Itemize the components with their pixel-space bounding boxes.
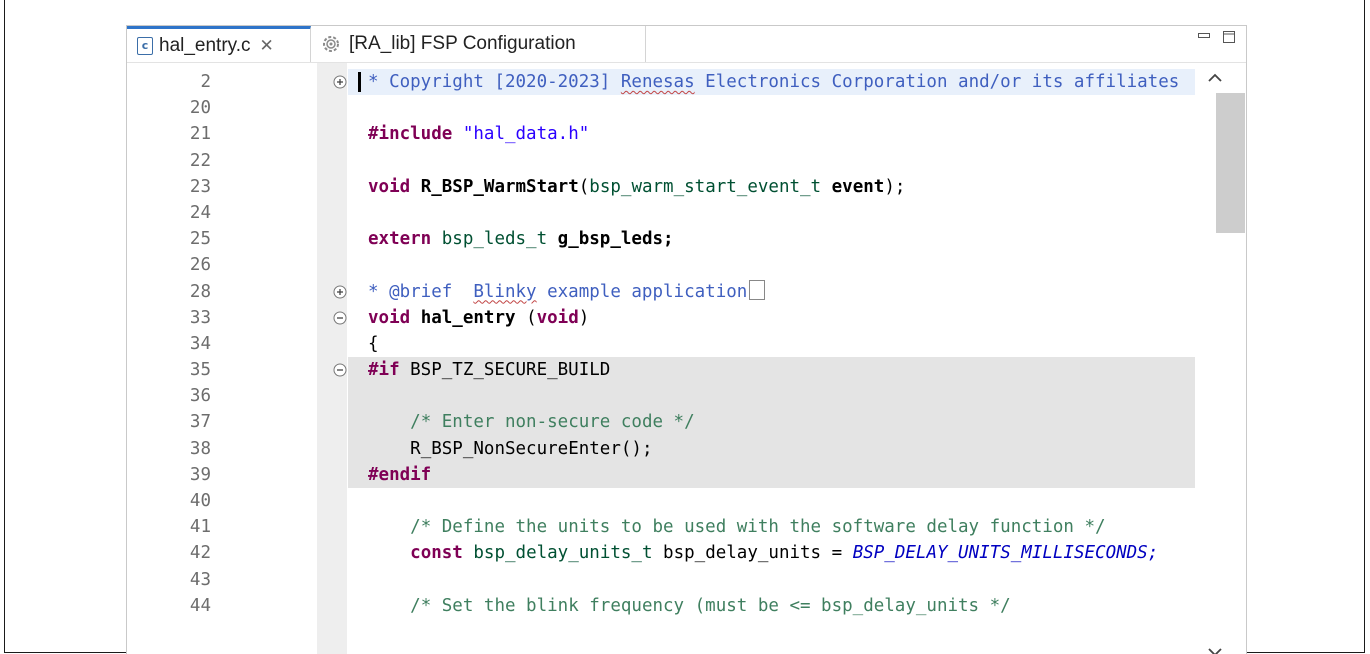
line-number: 35 xyxy=(189,360,211,381)
line-number: 39 xyxy=(189,464,211,485)
line-number: 25 xyxy=(189,229,211,250)
code-line: #include "hal_data.h" xyxy=(368,124,590,145)
line-number: 41 xyxy=(189,517,211,538)
vertical-scrollbar[interactable] xyxy=(1195,63,1246,654)
text-caret xyxy=(358,72,361,92)
code-line: /* Enter non-secure code */ xyxy=(348,409,1196,436)
tab-label: [RA_lib] FSP Configuration xyxy=(349,33,576,54)
line-number: 43 xyxy=(189,569,211,590)
fold-row xyxy=(332,357,348,383)
line-number: 21 xyxy=(189,124,211,145)
line-number: 44 xyxy=(189,595,211,616)
fold-row xyxy=(332,121,348,147)
line-numbers: 2 20 21 22 23 24 25 26 28 33 34 35 36 37… xyxy=(127,69,215,619)
line-number: 34 xyxy=(189,333,211,354)
code-line: { xyxy=(368,333,379,354)
close-icon[interactable]: ✕ xyxy=(260,36,274,56)
line-number: 23 xyxy=(189,176,211,197)
fold-row xyxy=(332,252,348,278)
code-line: #endif xyxy=(348,461,1196,488)
fold-row xyxy=(332,331,348,357)
code-line: * Copyright [2020-2023] Renesas Electron… xyxy=(348,69,1196,96)
fold-row xyxy=(332,279,348,305)
maximize-icon[interactable] xyxy=(1222,30,1236,44)
line-number: 36 xyxy=(189,386,211,407)
fold-row xyxy=(332,148,348,174)
scroll-down-icon[interactable] xyxy=(1206,645,1224,654)
c-file-icon: c xyxy=(137,36,153,55)
fold-row xyxy=(332,69,348,95)
code-line: const bsp_delay_units_t bsp_delay_units … xyxy=(410,543,1159,564)
folding-gutter xyxy=(332,69,348,383)
line-number: 24 xyxy=(189,202,211,223)
code-line: #if BSP_TZ_SECURE_BUILD xyxy=(348,357,1196,384)
code-line: /* Define the units to be used with the … xyxy=(410,517,1106,538)
line-number: 26 xyxy=(189,255,211,276)
minimize-icon[interactable] xyxy=(1197,30,1211,44)
tab-fsp-configuration[interactable]: [RA_lib] FSP Configuration xyxy=(311,26,646,62)
editor-window: c hal_entry.c ✕ [RA_lib] FSP Configurati… xyxy=(126,25,1247,654)
line-number: 22 xyxy=(189,150,211,171)
scroll-up-icon[interactable] xyxy=(1206,71,1224,85)
line-number: 20 xyxy=(189,98,211,119)
code-editor[interactable]: * Copyright [2020-2023] Renesas Electron… xyxy=(348,69,1196,654)
expand-icon[interactable] xyxy=(333,285,347,299)
code-line: R_BSP_NonSecureEnter(); xyxy=(348,435,1196,462)
code-line: void R_BSP_WarmStart(bsp_warm_start_even… xyxy=(368,176,906,197)
line-number: 37 xyxy=(189,412,211,433)
line-number: 33 xyxy=(189,307,211,328)
code-line: extern bsp_leds_t g_bsp_leds; xyxy=(368,229,674,250)
scrollbar-thumb[interactable] xyxy=(1216,93,1245,233)
line-number: 40 xyxy=(189,491,211,511)
line-number: 28 xyxy=(189,281,211,302)
line-number: 2 xyxy=(200,72,211,92)
code-line: void hal_entry (void) xyxy=(368,307,590,328)
tab-label: hal_entry.c xyxy=(159,34,251,56)
fold-row xyxy=(332,305,348,331)
line-number: 38 xyxy=(189,438,211,459)
collapse-icon[interactable] xyxy=(333,311,347,325)
fold-row xyxy=(332,200,348,226)
fold-row xyxy=(332,95,348,121)
collapse-icon[interactable] xyxy=(333,363,347,377)
tab-hal-entry[interactable]: c hal_entry.c ✕ xyxy=(127,26,311,62)
code-line: /* Set the blink frequency (must be <= b… xyxy=(410,595,1011,616)
code-line xyxy=(348,383,1196,410)
fold-row xyxy=(332,226,348,252)
editor-tab-bar: c hal_entry.c ✕ [RA_lib] FSP Configurati… xyxy=(127,26,1246,63)
code-line: * @brief Blinky example application xyxy=(348,279,1196,305)
fold-row xyxy=(332,174,348,200)
expand-icon[interactable] xyxy=(333,75,347,89)
folded-text-marker[interactable] xyxy=(749,279,766,300)
gear-icon xyxy=(323,36,339,52)
line-number: 42 xyxy=(189,543,211,564)
